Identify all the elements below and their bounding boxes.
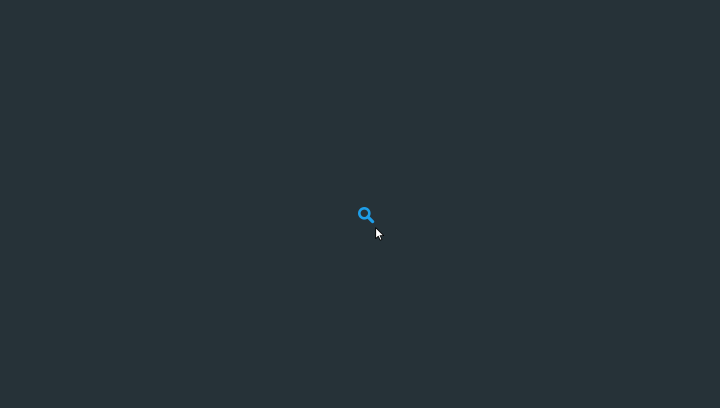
- search-button[interactable]: [357, 206, 375, 224]
- mouse-cursor: [375, 227, 385, 241]
- search-icon: [358, 207, 375, 224]
- mouse-pointer-icon: [375, 227, 385, 241]
- app-screen: [0, 0, 720, 408]
